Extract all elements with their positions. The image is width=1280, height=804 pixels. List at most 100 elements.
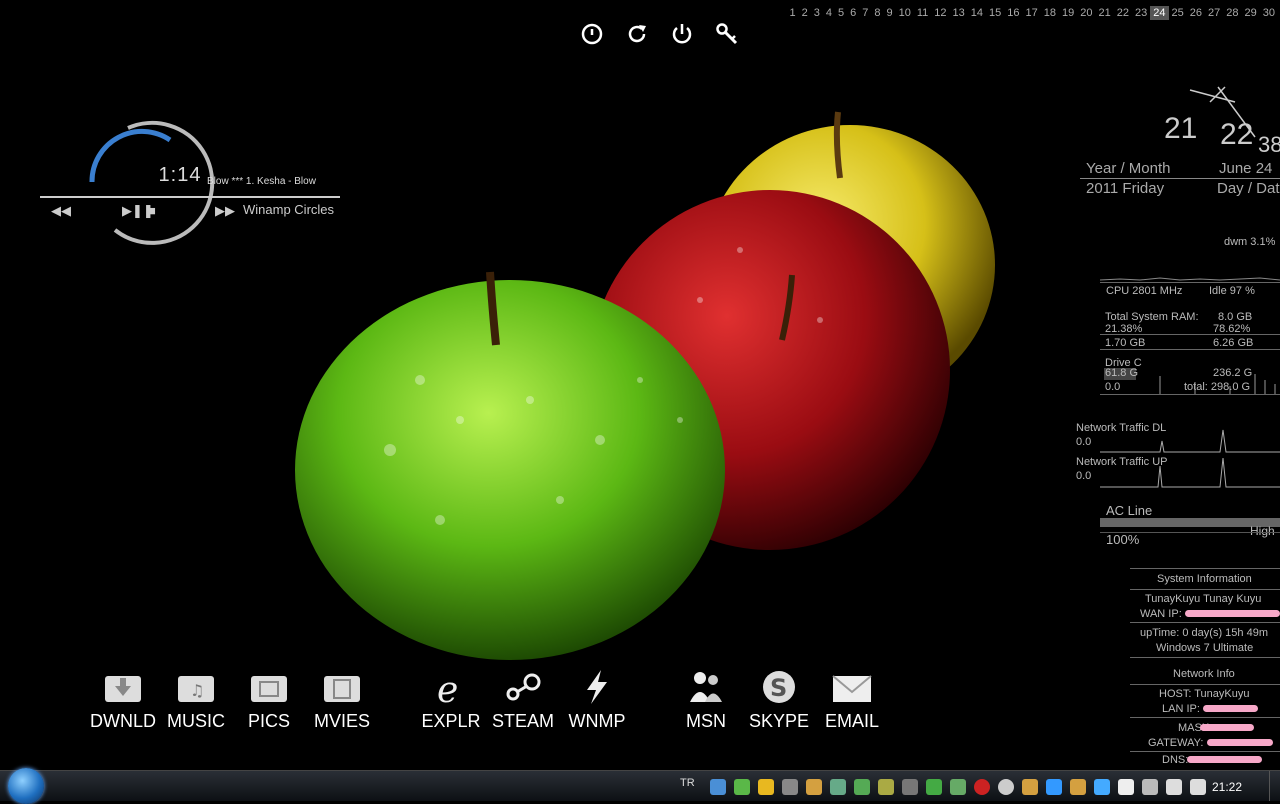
dock-email[interactable]: EMAIL bbox=[817, 668, 887, 731]
net-dl-value: 0.0 bbox=[1076, 436, 1092, 448]
top-controls bbox=[580, 22, 739, 46]
calendar-day: 3 bbox=[813, 7, 820, 19]
sysinfo-rule-3 bbox=[1130, 657, 1280, 658]
pictures-folder-icon bbox=[251, 676, 287, 702]
clock-second: 38 bbox=[1258, 132, 1280, 157]
dock-explorer-label: EXPLR bbox=[421, 711, 481, 731]
sysinfo-uptime: upTime: 0 day(s) 15h 49m bbox=[1140, 627, 1268, 639]
signal-icon[interactable] bbox=[1166, 779, 1182, 795]
download-tray-icon[interactable] bbox=[830, 779, 846, 795]
clock-divider bbox=[1080, 178, 1280, 179]
calendar-day: 13 bbox=[952, 7, 965, 19]
calendar-day: 12 bbox=[934, 7, 947, 19]
alert-icon[interactable] bbox=[974, 779, 990, 795]
ram-free: 6.26 GB bbox=[1213, 337, 1254, 349]
dock-downloads[interactable]: DWNLD bbox=[88, 668, 158, 731]
dock-music[interactable]: ♫ MUSIC bbox=[161, 668, 231, 731]
language-indicator[interactable]: TR bbox=[680, 777, 695, 789]
power-level: High bbox=[1250, 524, 1275, 538]
clipboard-icon[interactable] bbox=[1118, 779, 1134, 795]
calendar-day: 19 bbox=[1062, 7, 1075, 19]
netinfo-rule-3 bbox=[1130, 751, 1280, 752]
sysinfo-rule bbox=[1130, 589, 1280, 590]
svg-text:♫: ♫ bbox=[190, 681, 204, 700]
volume-icon[interactable] bbox=[1190, 779, 1206, 795]
settings-tray-icon[interactable] bbox=[1094, 779, 1110, 795]
calendar-day: 20 bbox=[1080, 7, 1093, 19]
calendar-day: 2 bbox=[801, 7, 808, 19]
year-month-label: Year / Month bbox=[1086, 160, 1171, 177]
cpu-idle: Idle 97 % bbox=[1209, 285, 1255, 297]
sysinfo-os: Windows 7 Ultimate bbox=[1156, 642, 1254, 654]
show-desktop-button[interactable] bbox=[1269, 771, 1280, 801]
sysinfo-top-rule bbox=[1130, 568, 1280, 569]
drive-rule bbox=[1100, 394, 1280, 395]
calendar-day: 23 bbox=[1135, 7, 1148, 19]
redaction-dns bbox=[1187, 756, 1262, 763]
dock-msn[interactable]: MSN bbox=[671, 668, 741, 731]
dock-msn-label: MSN bbox=[686, 711, 726, 731]
calendar-day: 5 bbox=[837, 7, 845, 19]
restart-icon[interactable] bbox=[625, 22, 649, 46]
water-drop-icon[interactable] bbox=[998, 779, 1014, 795]
ram-label: Total System RAM: bbox=[1105, 311, 1199, 323]
next-button[interactable]: ▶▶ bbox=[215, 203, 235, 219]
dock-pictures[interactable]: PICS bbox=[234, 668, 304, 731]
netinfo-rule bbox=[1130, 684, 1280, 685]
calendar-day: 7 bbox=[862, 7, 869, 19]
printer-tray-icon[interactable] bbox=[902, 779, 918, 795]
ram-rule bbox=[1100, 334, 1280, 335]
winamp-agent-icon[interactable] bbox=[1022, 779, 1038, 795]
calendar-day: 8 bbox=[874, 7, 881, 19]
sysinfo-wan: WAN IP: bbox=[1140, 608, 1182, 620]
net-dl-graph bbox=[1100, 429, 1280, 453]
msn-icon bbox=[690, 672, 722, 702]
shutdown-icon[interactable] bbox=[580, 22, 604, 46]
redaction-wan bbox=[1185, 610, 1280, 617]
dock-winamp[interactable]: WNMP bbox=[562, 668, 632, 731]
dock-winamp-label: WNMP bbox=[568, 711, 626, 731]
dock-explorer[interactable]: e EXPLR bbox=[416, 668, 486, 731]
key-icon[interactable] bbox=[715, 22, 739, 46]
winamp-label: Winamp Circles bbox=[243, 202, 335, 217]
calendar-day: 14 bbox=[970, 7, 983, 19]
calendar-day: 4 bbox=[825, 7, 832, 19]
winamp-tray-icon[interactable] bbox=[806, 779, 822, 795]
steam-tray-icon[interactable] bbox=[782, 779, 798, 795]
battery-tray-icon[interactable] bbox=[1142, 779, 1158, 795]
system-tray bbox=[710, 779, 1206, 795]
bluetooth-icon[interactable] bbox=[1046, 779, 1062, 795]
taskbar-clock[interactable]: 21:22 bbox=[1212, 780, 1242, 794]
winamp-track-title: Blow *** 1. Kesha - Blow bbox=[207, 176, 316, 187]
app-tray-icon[interactable] bbox=[758, 779, 774, 795]
stop-button[interactable]: ■ bbox=[148, 203, 156, 218]
display-tray-icon[interactable] bbox=[854, 779, 870, 795]
network-user-icon[interactable] bbox=[710, 779, 726, 795]
calendar-day: 26 bbox=[1189, 7, 1202, 19]
dock-music-label: MUSIC bbox=[167, 711, 225, 731]
dock-movies[interactable]: MVIES bbox=[307, 668, 377, 731]
security-shield-icon[interactable] bbox=[734, 779, 750, 795]
netinfo-title: Network Info bbox=[1173, 668, 1235, 680]
net-up-graph bbox=[1100, 458, 1280, 488]
calendar-day: 16 bbox=[1007, 7, 1020, 19]
dock-email-label: EMAIL bbox=[824, 711, 880, 731]
cpu-tray-icon[interactable] bbox=[878, 779, 894, 795]
skype-icon: S bbox=[763, 671, 795, 703]
power-icon[interactable] bbox=[670, 22, 694, 46]
drive-tray-icon[interactable] bbox=[950, 779, 966, 795]
tray-app-icon[interactable] bbox=[1070, 779, 1086, 795]
previous-button[interactable]: ◀◀ bbox=[51, 203, 71, 219]
calendar-day: 15 bbox=[989, 7, 1002, 19]
top-process: dwm 3.1% bbox=[1224, 236, 1276, 248]
green-apple bbox=[295, 280, 725, 660]
netinfo-gateway: GATEWAY: bbox=[1148, 737, 1204, 749]
calendar-day: 1 bbox=[789, 7, 796, 19]
calendar-day: 28 bbox=[1226, 7, 1239, 19]
nvidia-icon[interactable] bbox=[926, 779, 942, 795]
start-button[interactable] bbox=[8, 768, 44, 804]
calendar-day: 17 bbox=[1025, 7, 1038, 19]
dock-skype[interactable]: S SKYPE bbox=[744, 668, 814, 731]
dock-steam[interactable]: STEAM bbox=[488, 668, 558, 731]
sysinfo-rule-2 bbox=[1130, 622, 1280, 623]
